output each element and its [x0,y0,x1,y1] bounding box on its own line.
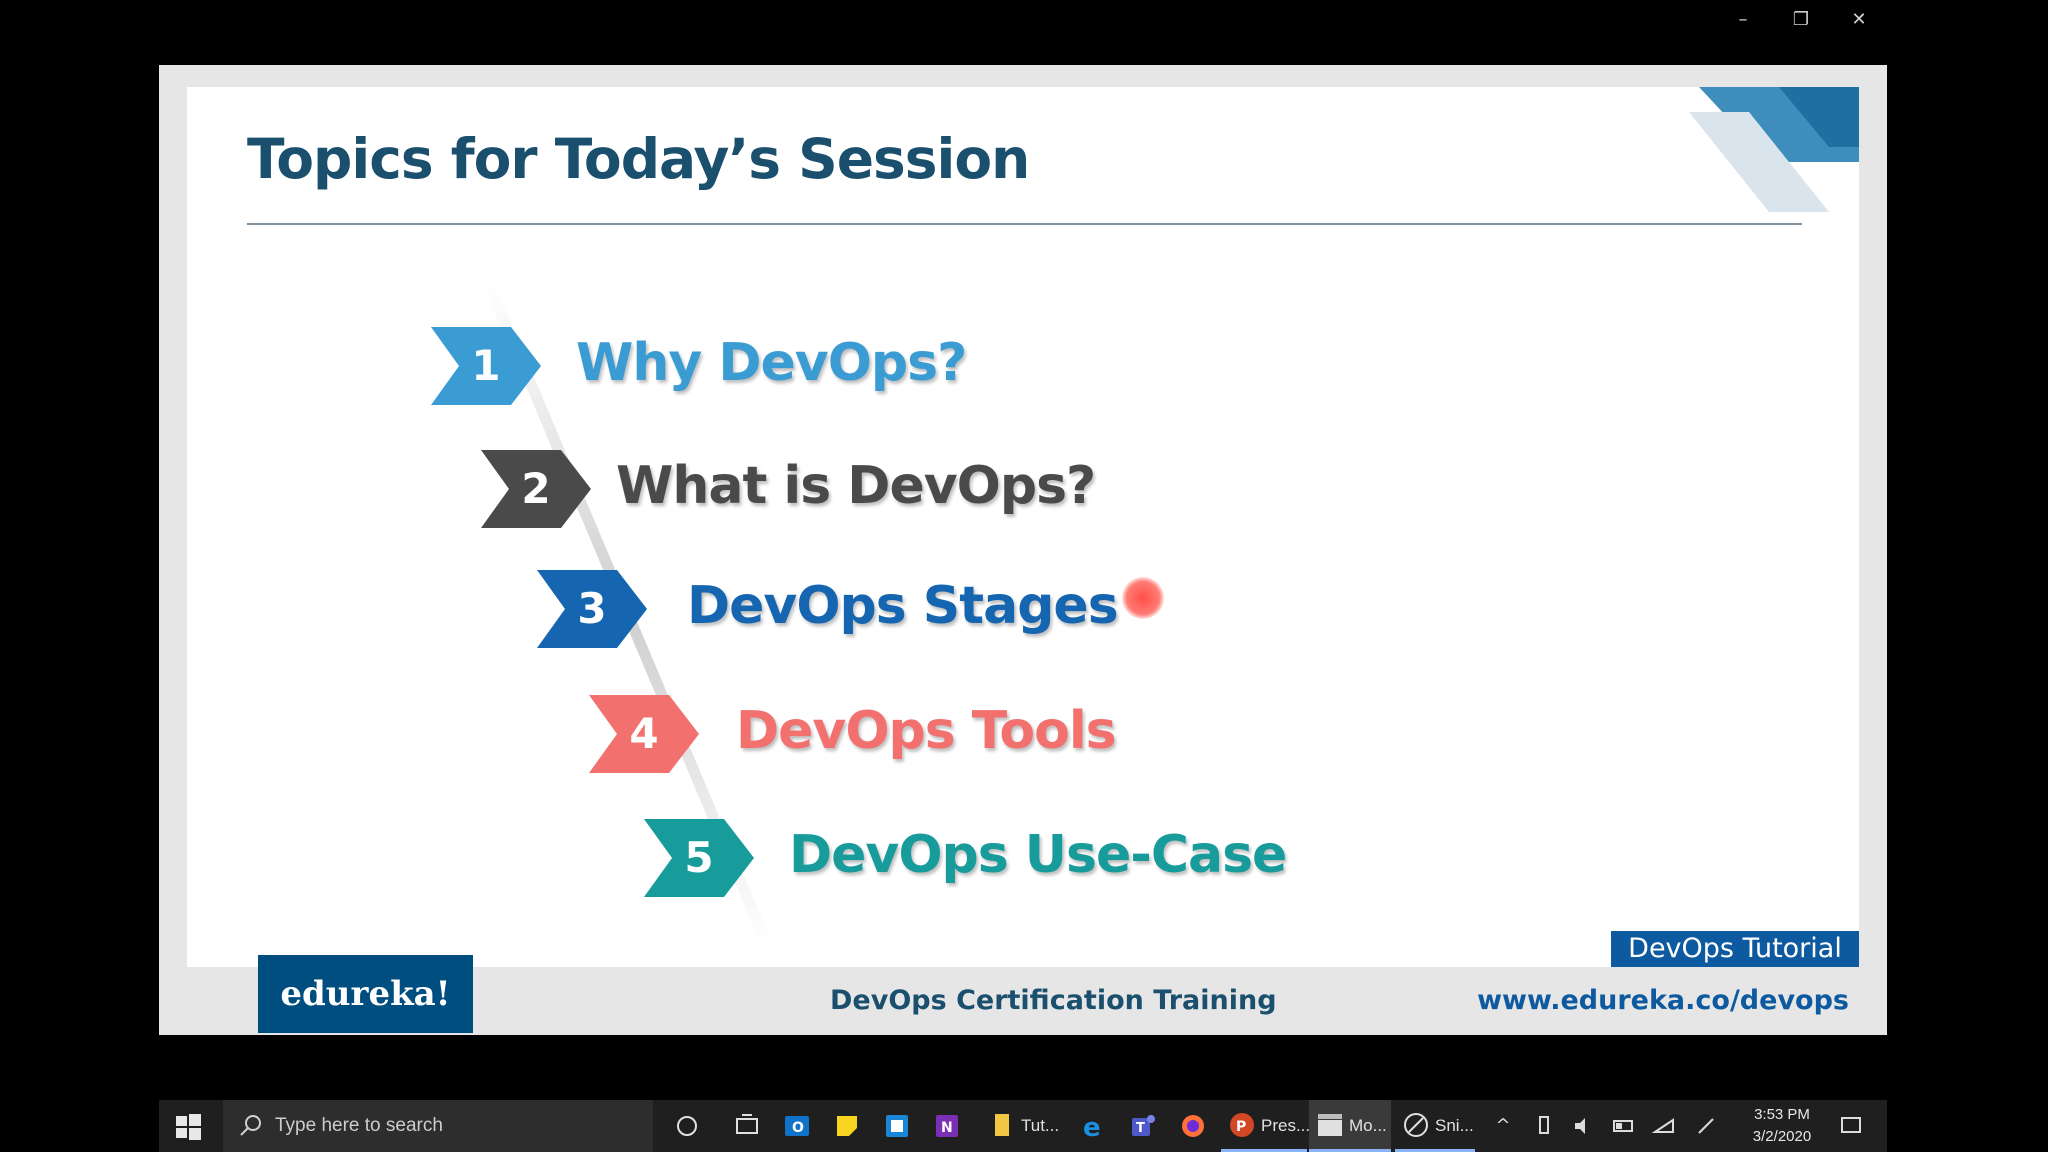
taskbar-app-file-explorer[interactable]: Tut... [981,1100,1061,1152]
onenote-icon[interactable]: N [931,1110,963,1142]
topic-number: 5 [684,833,714,882]
cortana-icon[interactable] [671,1110,703,1142]
clock-time: 3:53 PM [1754,1106,1810,1123]
tutorial-badge: DevOps Tutorial [1611,931,1859,967]
battery-icon[interactable] [1612,1114,1636,1138]
topic-text: Why DevOps? [576,333,967,393]
svg-text:T: T [1136,1121,1145,1136]
windows-start-icon[interactable] [173,1112,203,1142]
svg-text:e: e [1083,1113,1101,1142]
close-button[interactable]: ✕ [1839,6,1879,34]
taskbar-app-label: Mo... [1349,1116,1387,1135]
slide-footer: edureka! DevOps Certification Training w… [187,955,1859,1035]
search-placeholder: Type here to search [275,1115,443,1136]
taskbar-app-label: Tut... [1021,1116,1060,1135]
taskbar-app-snip[interactable]: Sni... [1395,1100,1475,1152]
topic-text: DevOps Use-Case [789,825,1287,885]
minimize-button[interactable]: – [1723,6,1763,34]
topic-number: 1 [471,341,501,390]
usb-icon[interactable] [1532,1114,1556,1138]
svg-text:P: P [1236,1119,1246,1135]
topic-number: 3 [577,584,607,633]
sticky-notes-icon[interactable] [831,1110,863,1142]
notifications-icon[interactable] [1839,1114,1863,1138]
taskbar-app-label: Pres... [1261,1116,1311,1135]
footer-course-title: DevOps Certification Training [830,985,1277,1016]
folder-icon [995,1114,1009,1136]
chevron-up-icon[interactable]: ^ [1491,1114,1515,1138]
powerpoint-icon: P [1230,1113,1254,1137]
search-icon [240,1115,261,1136]
taskbar-app-powerpoint[interactable]: P Pres... [1221,1100,1311,1152]
topic-text: DevOps Stages [687,576,1119,636]
snip-icon [1404,1113,1428,1137]
edureka-logo: edureka! [258,955,473,1033]
task-view-icon[interactable] [731,1110,763,1142]
outlook-icon[interactable]: O [781,1110,813,1142]
pen-icon[interactable] [1694,1114,1718,1138]
taskbar-app-movies[interactable]: Mo... [1309,1100,1391,1152]
footer-url: www.edureka.co/devops [1477,985,1849,1016]
topic-number: 4 [629,709,659,758]
taskbar-app-label: Sni... [1435,1116,1474,1135]
clapperboard-icon [1318,1114,1342,1136]
volume-icon[interactable] [1572,1114,1596,1138]
laser-pointer [1122,577,1164,619]
teams-icon[interactable]: T [1127,1110,1159,1142]
slide: Topics for Today’s Session 1 Why DevOps?… [187,87,1859,967]
clock-date: 3/2/2020 [1752,1128,1812,1145]
taskbar-clock[interactable]: 3:53 PM 3/2/2020 [1737,1104,1827,1148]
restore-button[interactable]: ❐ [1781,6,1821,34]
svg-text:N: N [941,1120,953,1136]
whiteboard-icon[interactable] [881,1110,913,1142]
corner-decoration [1689,87,1859,212]
topic-number: 2 [521,464,551,513]
topic-text: DevOps Tools [736,701,1117,761]
wifi-icon[interactable] [1652,1114,1676,1138]
topic-text: What is DevOps? [616,456,1096,516]
taskbar: Type here to search O N Tut... e T P Pre… [159,1100,1887,1152]
firefox-icon[interactable] [1177,1110,1209,1142]
slide-frame: Topics for Today’s Session 1 Why DevOps?… [159,65,1887,1035]
edge-icon[interactable]: e [1077,1110,1109,1142]
taskbar-search-box[interactable]: Type here to search [223,1100,653,1152]
svg-text:O: O [792,1120,804,1136]
